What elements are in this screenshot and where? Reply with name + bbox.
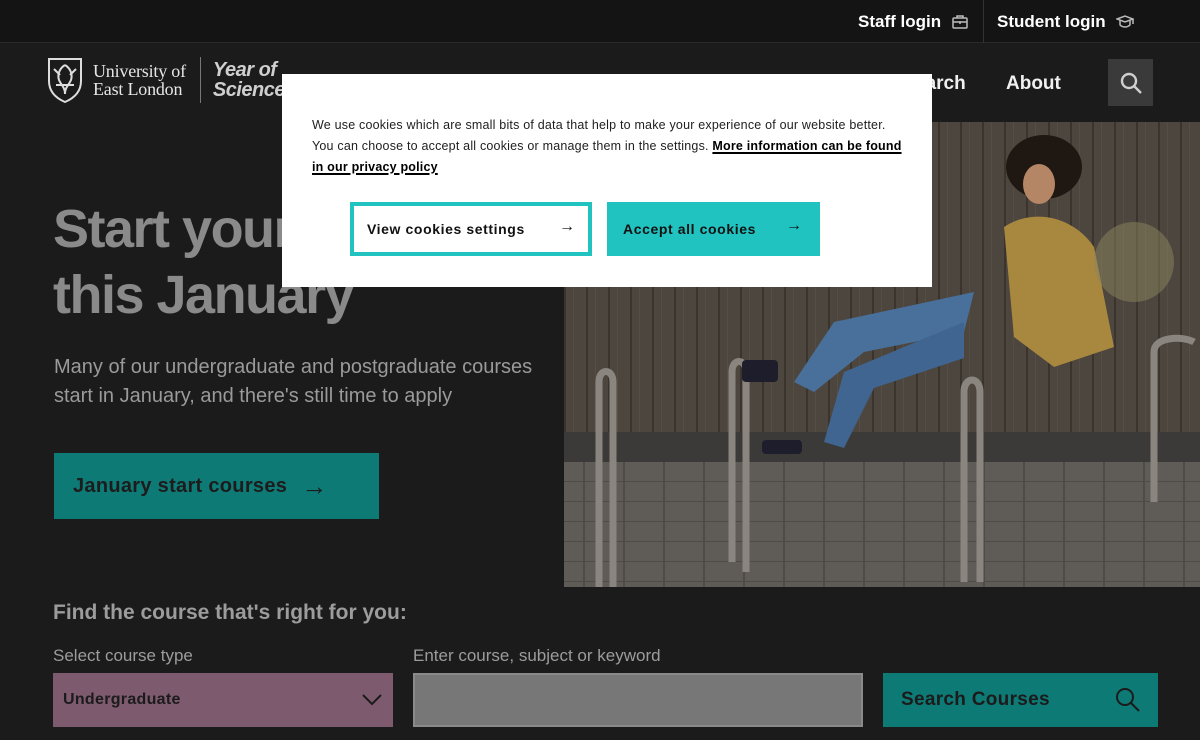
logo-line-2: East London [93, 79, 183, 99]
utility-bar: Staff login Student login [0, 0, 1200, 43]
january-courses-button[interactable]: January start courses → [54, 453, 379, 519]
keyword-input[interactable] [413, 673, 863, 727]
accept-all-cookies-label: Accept all cookies [623, 221, 756, 237]
arrow-right-icon: → [301, 470, 328, 501]
year-line-1: Year of [212, 59, 277, 81]
finder-title: Find the course that's right for you: [53, 601, 407, 624]
search-icon [1116, 688, 1140, 712]
course-type-value: Undergraduate [63, 691, 181, 708]
mortarboard-icon [1115, 14, 1134, 28]
student-login-link[interactable]: Student login [997, 0, 1134, 43]
logo-divider [199, 57, 201, 103]
site-search-button[interactable] [1108, 59, 1153, 106]
year-line-2: Science [212, 79, 286, 101]
keyword-label: Enter course, subject or keyword [413, 646, 661, 665]
logo-line-1: University of [93, 61, 186, 81]
course-type-select[interactable]: Undergraduate [53, 673, 393, 727]
student-login-label: Student login [997, 11, 1106, 31]
briefcase-icon [952, 14, 968, 29]
search-courses-label: Search Courses [901, 689, 1050, 710]
cookie-consent-dialog: We use cookies which are small bits of d… [282, 74, 932, 287]
arrow-right-icon: → [786, 217, 803, 234]
uel-crest-icon [48, 58, 82, 103]
nav-about[interactable]: About [1006, 73, 1061, 95]
view-cookie-settings-button[interactable]: View cookies settings → [350, 202, 592, 256]
search-courses-button[interactable]: Search Courses [883, 673, 1158, 727]
search-icon [1120, 72, 1142, 94]
cta-label: January start courses [73, 474, 288, 497]
course-type-label: Select course type [53, 646, 193, 665]
accept-all-cookies-button[interactable]: Accept all cookies → [607, 202, 820, 256]
chevron-down-icon [362, 694, 382, 706]
hero-subtitle: Many of our undergraduate and postgradua… [54, 356, 533, 407]
staff-login-label: Staff login [858, 11, 942, 31]
arrow-right-icon: → [559, 218, 576, 235]
cookie-message: We use cookies which are small bits of d… [312, 115, 902, 178]
view-cookie-settings-label: View cookies settings [367, 221, 525, 237]
utility-divider [983, 0, 984, 43]
logo-wordmark: University of East London [93, 62, 186, 98]
staff-login-link[interactable]: Staff login [858, 0, 969, 43]
site-logo[interactable]: University of East London Year of Scienc… [46, 57, 286, 103]
year-of-science-logo: Year of Science [212, 59, 286, 101]
